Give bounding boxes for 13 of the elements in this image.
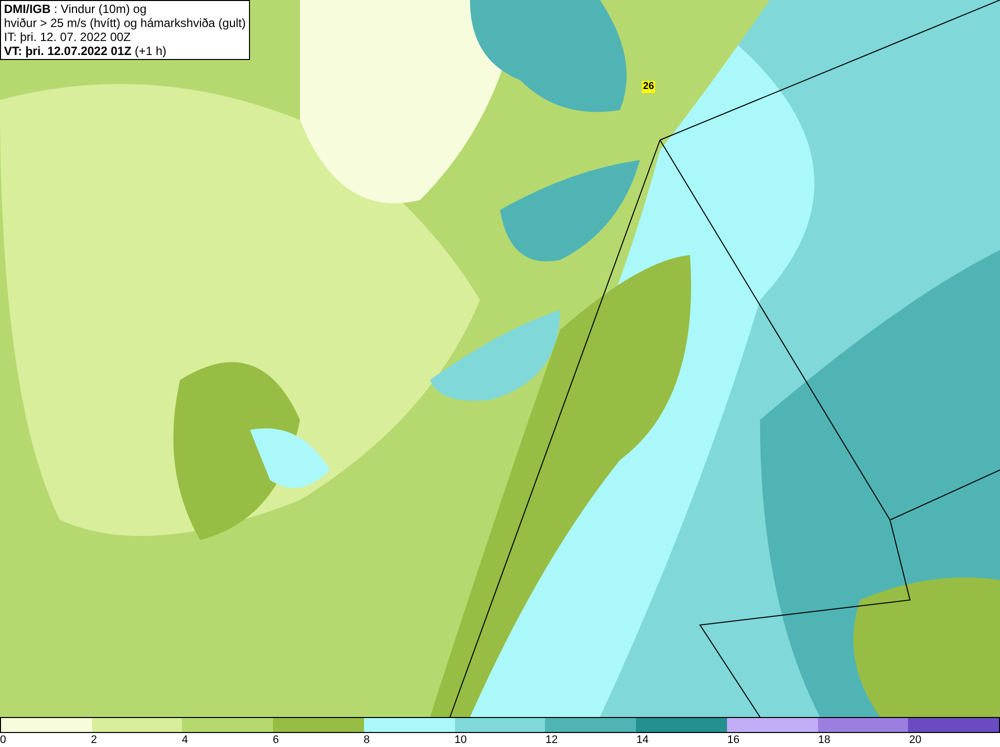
scale-tick-label: 20: [909, 733, 922, 747]
scale-tick-label: 12: [545, 733, 558, 747]
scale-tick-label: 8: [364, 733, 370, 747]
scale-tick-label: 14: [636, 733, 649, 747]
scale-tick-label: 0: [0, 733, 6, 747]
scale-tick-label: 10: [454, 733, 467, 747]
map-title-text: DMI/IGB : Vindur (10m) og hviður > 25 m/s (hvítt) og hámarkshviða (gult) IT: þri. 12. 07. 2022 00Z VT: þri. 12.07.2022 01Z (+1 h): [0, 0, 250, 60]
scale-tick-label: 4: [182, 733, 188, 747]
gust-label: 26: [642, 81, 656, 93]
scale-tick-label: 18: [818, 733, 830, 747]
scale-tick-label: 16: [727, 733, 740, 747]
scale-tick-label: 2: [90, 733, 98, 747]
scale-tick-label: 6: [272, 733, 279, 747]
